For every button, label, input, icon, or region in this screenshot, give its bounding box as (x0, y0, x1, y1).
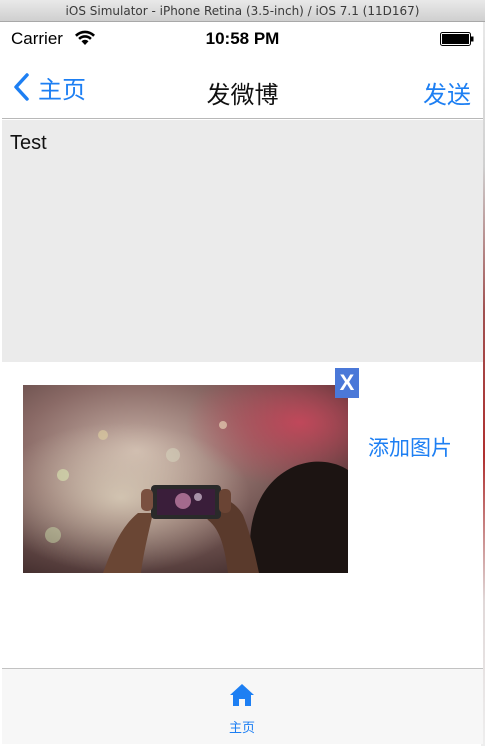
back-button[interactable]: 主页 (12, 72, 86, 104)
compose-text-view[interactable]: Test (2, 120, 483, 362)
tab-home-label: 主页 (228, 720, 255, 735)
remove-photo-button[interactable]: X (335, 368, 359, 398)
chevron-left-icon (14, 73, 29, 101)
tab-bar: 主页 (2, 668, 483, 744)
clock: 10:58 PM (205, 29, 280, 48)
add-image-button[interactable]: 添加图片 (368, 432, 452, 462)
device-screen: Carrier 10:58 PM 主页 发微博 发送 Test X 添加图片 主… (2, 22, 483, 744)
navigation-bar: 主页 发微博 发送 (2, 56, 483, 119)
compose-text: Test (10, 132, 47, 154)
back-label: 主页 (38, 76, 86, 104)
home-icon (230, 684, 254, 706)
attachment-area: X 添加图片 (2, 362, 483, 668)
battery-icon (440, 32, 474, 46)
status-bar: Carrier 10:58 PM (2, 22, 483, 56)
send-button[interactable]: 发送 (423, 75, 471, 110)
tab-home[interactable]: 主页 (202, 683, 282, 741)
simulator-title-bar: iOS Simulator - iPhone Retina (3.5-inch)… (0, 0, 485, 22)
photo-image (23, 385, 348, 573)
attached-photo (23, 385, 348, 573)
simulator-title: iOS Simulator - iPhone Retina (3.5-inch)… (65, 3, 420, 18)
